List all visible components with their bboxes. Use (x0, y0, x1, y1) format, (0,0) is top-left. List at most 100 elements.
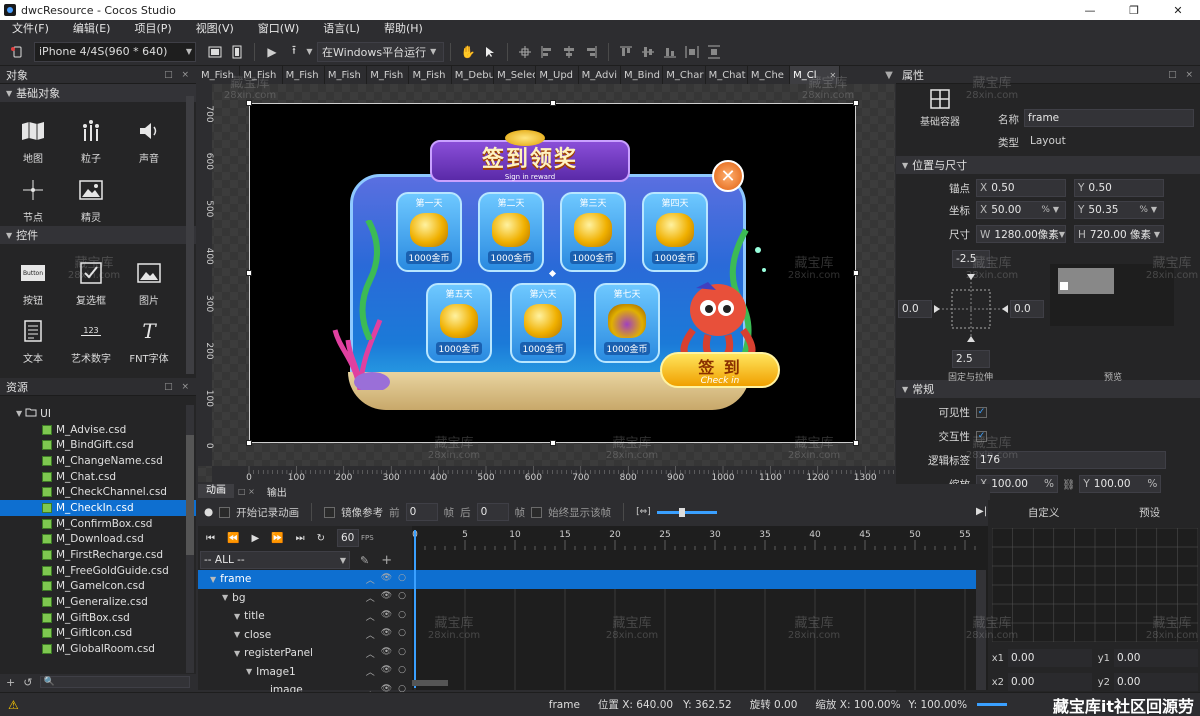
resource-file-item[interactable]: M_FirstRecharge.csd (0, 547, 196, 563)
fps-field[interactable]: 60 (337, 529, 359, 547)
expand-triangle-icon[interactable]: ▼ (222, 593, 228, 602)
circle-toggle-icon[interactable]: ○ (398, 647, 406, 660)
document-tab[interactable]: M_Advi (578, 66, 621, 84)
menu-help[interactable]: 帮助(H) (372, 20, 435, 38)
align-right-icon[interactable] (580, 41, 602, 63)
day-card[interactable]: 第二天 1000金币 (478, 192, 544, 272)
scale-link-icon[interactable]: ⛓ (1062, 478, 1075, 491)
align-top-icon[interactable] (615, 41, 637, 63)
tab-animation[interactable]: 动画 (198, 484, 234, 498)
tree-folder-ui[interactable]: ▼ UI (0, 406, 196, 422)
control-image[interactable]: 图片 (120, 250, 178, 308)
resource-file-item[interactable]: M_CheckChannel.csd (0, 484, 196, 500)
lock-toggle-icon[interactable]: ︿ (366, 665, 375, 678)
resource-file-item[interactable]: M_Chat.csd (0, 469, 196, 485)
document-tab[interactable]: M_Fish (324, 66, 368, 84)
resource-file-item[interactable]: M_GiftBox.csd (0, 610, 196, 626)
resize-handle-tr[interactable] (853, 100, 859, 106)
eye-icon[interactable]: 👁 (381, 665, 392, 678)
name-field[interactable]: frame (1024, 109, 1194, 127)
basic-objects-section[interactable]: ▼ 基础对象 (0, 84, 196, 102)
object-sprite[interactable]: 精灵 (62, 167, 120, 225)
panel-controls-icon[interactable]: □ × (234, 487, 259, 496)
document-tab[interactable]: M_Cl ✕ (790, 66, 841, 84)
restore-button[interactable]: ❐ (1112, 0, 1156, 20)
visible-checkbox[interactable]: ✓ (976, 406, 987, 418)
expand-triangle-icon[interactable]: ▼ (246, 667, 252, 676)
objects-scrollbar[interactable] (186, 96, 194, 374)
panel-controls-icon[interactable]: □ × (1168, 70, 1200, 80)
tab-output[interactable]: 输出 (259, 484, 295, 499)
anim-node-row[interactable]: ▼ registerPanel ︿ 👁 ○ (198, 644, 412, 663)
anchor-y-field[interactable]: Y 0.50 (1074, 179, 1164, 197)
playhead[interactable] (414, 530, 416, 688)
edit-pen-icon[interactable]: ✎ (360, 554, 369, 567)
resource-search-input[interactable]: 🔍 (40, 676, 191, 688)
checkin-button[interactable]: 签 到 Check in (660, 352, 780, 388)
center-icon[interactable] (514, 41, 536, 63)
resize-handle-bl[interactable] (246, 440, 252, 446)
lock-toggle-icon[interactable]: ︿ (366, 573, 375, 586)
minimize-button[interactable]: — (1068, 0, 1112, 20)
day-card[interactable]: 第六天 1000金币 (510, 283, 576, 363)
x1-field[interactable]: 0.00 (1008, 649, 1092, 667)
device-select[interactable]: iPhone 4/4S(960 * 640) ▼ (34, 41, 196, 62)
size-h-field[interactable]: H 720.00 像素 ▼ (1074, 225, 1164, 243)
day-card[interactable]: 第五天 1000金币 (426, 283, 492, 363)
menu-edit[interactable]: 编辑(E) (61, 20, 123, 38)
curve-tab-custom[interactable]: 自定义 (1028, 505, 1060, 520)
menu-project[interactable]: 项目(P) (122, 20, 183, 38)
resource-file-item[interactable]: M_GameIcon.csd (0, 579, 196, 595)
next-frame-icon[interactable]: ⏩ (271, 533, 283, 544)
anim-node-row[interactable]: ▼ bg ︿ 👁 ○ (198, 589, 412, 608)
document-tab[interactable]: M_Fish (367, 66, 410, 84)
document-tab[interactable]: M_Char (663, 66, 706, 84)
menu-view[interactable]: 视图(V) (184, 20, 246, 38)
onion-skin-checkbox[interactable] (324, 506, 336, 518)
margin-right-field[interactable]: 0.0 (1010, 300, 1044, 318)
lock-toggle-icon[interactable]: ︿ (366, 647, 375, 660)
lock-toggle-icon[interactable]: ︿ (366, 610, 375, 623)
control-text[interactable]: 文本 (4, 308, 62, 366)
day-card[interactable]: 第七天 1000金币 (594, 283, 660, 363)
play-animation-icon[interactable]: ▶ (251, 533, 259, 544)
control-art-number[interactable]: 123 艺术数字 (62, 308, 120, 366)
warning-icon[interactable]: ⚠ (8, 698, 19, 712)
publish-icon[interactable]: ⭱ (283, 41, 305, 63)
distribute-h-icon[interactable] (681, 41, 703, 63)
control-checkbox[interactable]: 复选框 (62, 250, 120, 308)
document-tab[interactable]: M_Debu (451, 66, 495, 84)
resources-scrollbar-thumb[interactable] (186, 435, 194, 555)
control-button[interactable]: Button 按钮 (4, 250, 62, 308)
margin-bottom-field[interactable]: 2.5 (952, 350, 990, 368)
anim-node-row[interactable]: ▼ Image1 ︿ 👁 ○ (198, 663, 412, 682)
document-tab[interactable]: M_Fish (409, 66, 452, 84)
status-zoom-slider[interactable] (977, 703, 1008, 706)
align-bottom-icon[interactable] (659, 41, 681, 63)
pin-stretch-icon[interactable] (932, 272, 1010, 346)
object-sound[interactable]: 声音 (120, 108, 178, 166)
circle-toggle-icon[interactable]: ○ (398, 591, 406, 604)
document-tab[interactable]: M_Selec (494, 66, 537, 84)
control-fnt-font[interactable]: T FNT字体 (120, 308, 178, 366)
anim-node-row[interactable]: ▼ title ︿ 👁 ○ (198, 607, 412, 626)
circle-toggle-icon[interactable]: ○ (398, 610, 406, 623)
resize-handle-tl[interactable] (246, 100, 252, 106)
hand-tool-icon[interactable]: ✋ (457, 41, 479, 63)
resource-file-item[interactable]: M_Generalize.csd (0, 594, 196, 610)
resize-handle-ml[interactable] (246, 270, 252, 276)
resource-file-item[interactable]: M_GiftIcon.csd (0, 626, 196, 642)
day-card[interactable]: 第一天 1000金币 (396, 192, 462, 272)
tag-field[interactable]: 176 (976, 451, 1166, 469)
expand-triangle-icon[interactable]: ▼ (210, 575, 216, 584)
loop-icon[interactable]: ↻ (317, 533, 325, 544)
publish-dropdown-icon[interactable]: ▼ (305, 41, 317, 63)
size-w-field[interactable]: W 1280.00像素 ▼ (976, 225, 1066, 243)
resize-handle-bc[interactable] (550, 440, 556, 446)
object-particle[interactable]: 粒子 (62, 108, 120, 166)
resource-file-item[interactable]: M_CheckIn.csd (0, 500, 196, 516)
eye-icon[interactable]: 👁 (381, 573, 392, 586)
day-card[interactable]: 第三天 1000金币 (560, 192, 626, 272)
resize-handle-br[interactable] (853, 440, 859, 446)
tab-overflow-icon[interactable]: ▼ (882, 66, 896, 84)
